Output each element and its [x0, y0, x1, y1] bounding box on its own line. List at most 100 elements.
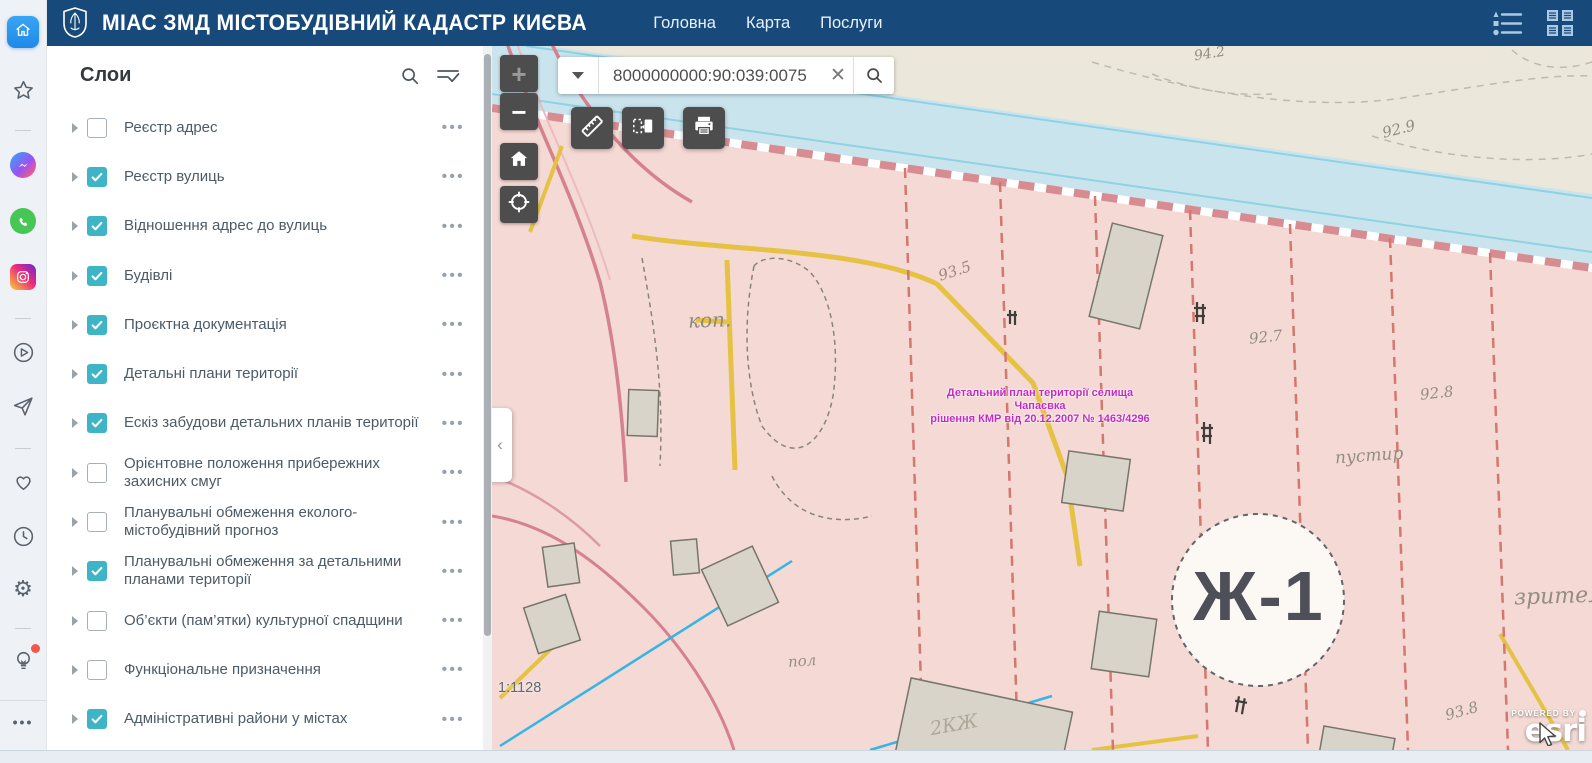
whatsapp-icon[interactable]	[0, 208, 46, 234]
expand-caret-icon[interactable]	[72, 123, 78, 133]
layer-checkbox[interactable]	[87, 413, 107, 433]
layer-menu-button[interactable]: •••	[442, 711, 465, 728]
search-clear-button[interactable]: ✕	[823, 57, 853, 94]
swipe-tool-button[interactable]	[622, 107, 664, 149]
home-icon	[14, 21, 32, 44]
layer-row: Орієнтовне положення прибережних захисни…	[46, 448, 483, 497]
layer-label[interactable]: Планувальні обмеження за детальними план…	[124, 553, 424, 589]
heart-icon[interactable]	[0, 470, 46, 495]
layer-menu-button[interactable]: •••	[442, 366, 465, 383]
locate-button[interactable]	[500, 186, 538, 223]
expand-caret-icon[interactable]	[72, 271, 78, 281]
expand-caret-icon[interactable]	[72, 221, 78, 231]
expand-caret-icon[interactable]	[72, 566, 78, 576]
layer-label[interactable]: Планувальні обмеження еколого-містобудів…	[124, 504, 424, 540]
layer-menu-button[interactable]: •••	[442, 612, 465, 629]
layer-menu-button[interactable]: •••	[442, 316, 465, 333]
search-source-dropdown[interactable]	[558, 57, 599, 94]
layer-label[interactable]: Відношення адрес до вулиць	[124, 217, 327, 235]
layer-menu-button[interactable]: •••	[442, 563, 465, 580]
layer-label[interactable]: Детальні плани території	[124, 365, 298, 383]
layer-row: Планувальні обмеження еколого-містобудів…	[46, 497, 483, 546]
search-input[interactable]	[599, 66, 823, 86]
layer-checkbox[interactable]	[87, 660, 107, 680]
layer-label[interactable]: Реєстр адрес	[124, 119, 218, 137]
expand-caret-icon[interactable]	[72, 172, 78, 182]
zoom-in-button[interactable]: +	[500, 55, 538, 92]
search-submit-button[interactable]	[853, 57, 894, 94]
messenger-icon[interactable]	[0, 152, 46, 178]
expand-caret-icon[interactable]	[72, 418, 78, 428]
expand-caret-icon[interactable]	[72, 320, 78, 330]
gear-icon[interactable]: ⚙	[0, 578, 46, 600]
app-rail: ⚙ •••	[0, 0, 47, 762]
swipe-icon	[630, 113, 656, 144]
layer-checkbox[interactable]	[87, 216, 107, 236]
layer-checkbox[interactable]	[87, 512, 107, 532]
layer-label[interactable]: Проєктна документація	[124, 316, 287, 334]
layer-checkbox[interactable]	[87, 315, 107, 335]
layer-menu-button[interactable]: •••	[442, 661, 465, 678]
map-label-kop: коп.	[688, 307, 732, 332]
rail-divider	[15, 448, 31, 449]
layer-checkbox[interactable]	[87, 118, 107, 138]
apps-grid-icon[interactable]	[1546, 9, 1574, 37]
layer-checkbox[interactable]	[87, 561, 107, 581]
expand-caret-icon[interactable]	[72, 616, 78, 626]
layer-menu-button[interactable]: •••	[442, 267, 465, 284]
layer-checkbox[interactable]	[87, 167, 107, 187]
layer-label[interactable]: Будівлі	[124, 267, 172, 285]
layer-filter-icon[interactable]	[435, 65, 461, 87]
expand-caret-icon[interactable]	[72, 665, 78, 675]
kyiv-emblem-icon	[62, 7, 88, 39]
star-icon[interactable]	[0, 78, 46, 103]
nav-services[interactable]: Послуги	[820, 14, 882, 33]
instagram-icon[interactable]	[0, 264, 46, 290]
layer-checkbox[interactable]	[87, 611, 107, 631]
layer-label[interactable]: Об’єкти (пам’ятки) культурної спадщини	[124, 612, 403, 630]
expand-caret-icon[interactable]	[72, 714, 78, 724]
layer-row: Реєстр вулиць •••	[46, 152, 483, 201]
layer-menu-button[interactable]: •••	[442, 514, 465, 531]
print-tool-button[interactable]	[683, 107, 725, 149]
expand-caret-icon[interactable]	[72, 517, 78, 527]
measure-tool-button[interactable]	[571, 107, 613, 149]
layer-label[interactable]: Орієнтовне положення прибережних захисни…	[124, 455, 424, 491]
dpt-annotation-line1: Детальний план території селища Чапаєвка	[920, 387, 1160, 413]
rail-more-button[interactable]: •••	[0, 714, 46, 730]
zoom-out-button[interactable]: −	[500, 93, 538, 130]
expand-caret-icon[interactable]	[72, 369, 78, 379]
panel-collapse-button[interactable]: ‹	[492, 408, 512, 482]
layer-menu-button[interactable]: •••	[442, 415, 465, 432]
layer-label[interactable]: Адміністративні райони у містах	[124, 710, 347, 728]
play-circle-icon[interactable]	[0, 340, 46, 365]
panel-scrollbar-thumb[interactable]	[484, 54, 491, 636]
lightbulb-icon[interactable]	[0, 648, 46, 678]
layer-menu-button[interactable]: •••	[442, 218, 465, 235]
layer-checkbox[interactable]	[87, 266, 107, 286]
search-bar: ✕	[558, 57, 894, 94]
layer-menu-button[interactable]: •••	[442, 119, 465, 136]
layer-label[interactable]: Функціональне призначення	[124, 661, 321, 679]
map-viewport[interactable]: коп. 94.2 92.9 93.5 92.7 92.8 93.8 пусти…	[492, 46, 1592, 750]
nav-home[interactable]: Головна	[653, 14, 716, 33]
legend-list-icon[interactable]	[1492, 10, 1524, 37]
map-label-zrytel: зрител	[1514, 582, 1592, 610]
clock-icon[interactable]	[0, 524, 46, 549]
layer-menu-button[interactable]: •••	[442, 168, 465, 185]
expand-caret-icon[interactable]	[72, 468, 78, 478]
layer-label[interactable]: Ескіз забудови детальних планів територі…	[124, 414, 419, 432]
panel-scrollbar[interactable]	[483, 46, 492, 750]
layer-checkbox[interactable]	[87, 709, 107, 729]
layer-search-icon[interactable]	[399, 65, 421, 87]
nav-map[interactable]: Карта	[746, 14, 790, 33]
layer-row: Функціональне призначення •••	[46, 645, 483, 694]
layer-menu-button[interactable]: •••	[442, 464, 465, 481]
horizontal-scrollbar[interactable]	[0, 750, 1592, 763]
home-extent-button[interactable]	[500, 143, 538, 180]
layer-checkbox[interactable]	[87, 463, 107, 483]
layer-checkbox[interactable]	[87, 364, 107, 384]
app-home-tile[interactable]	[0, 16, 46, 48]
layer-label[interactable]: Реєстр вулиць	[124, 168, 225, 186]
send-icon[interactable]	[0, 394, 46, 419]
